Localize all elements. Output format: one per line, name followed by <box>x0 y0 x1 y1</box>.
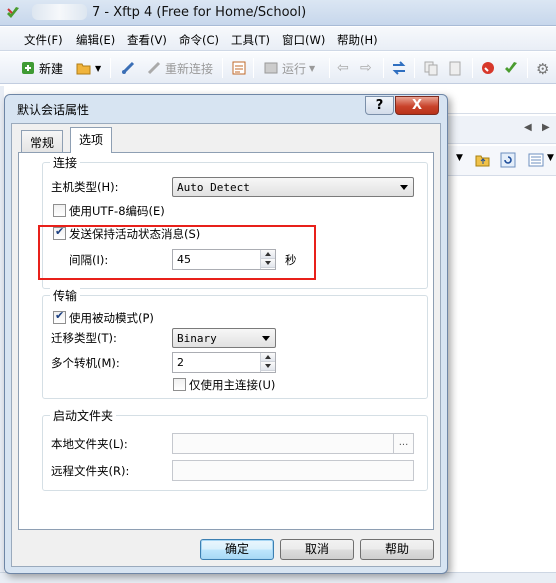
tab-scroll-right-icon[interactable]: ▶ <box>542 122 550 133</box>
passive-mode-label[interactable]: 使用被动模式(P) <box>69 310 154 326</box>
help-button[interactable]: 帮助 <box>360 539 434 560</box>
connect-button[interactable] <box>120 58 136 78</box>
chevron-down-icon[interactable]: ▼ <box>547 153 554 163</box>
transfer-type-label: 迁移类型(T): <box>51 331 117 345</box>
copy-button[interactable] <box>423 58 439 78</box>
copy-icon <box>423 60 439 76</box>
arrow-right-icon: ⇨ <box>360 60 372 76</box>
browse-button[interactable]: ... <box>393 434 413 453</box>
xftp-button[interactable] <box>503 58 519 78</box>
paste-button[interactable] <box>447 58 463 78</box>
remote-pane-toolbar: ▼ ▼ <box>448 146 556 176</box>
local-folder-input[interactable]: ... <box>172 433 414 454</box>
question-icon: ? <box>375 98 384 113</box>
forward-button[interactable]: ⇨ <box>360 58 376 78</box>
cancel-button[interactable]: 取消 <box>280 539 354 560</box>
local-folder-label: 本地文件夹(L): <box>51 437 128 451</box>
menu-tools[interactable]: 工具(T) <box>231 32 270 48</box>
arrow-up-icon <box>265 355 271 359</box>
chevron-down-icon <box>400 185 408 190</box>
menu-view[interactable]: 查看(V) <box>127 32 167 48</box>
blurred-host-name <box>32 4 87 20</box>
multi-relay-label: 多个转机(M): <box>51 356 120 370</box>
passive-mode-checkbox[interactable] <box>53 309 66 324</box>
chevron-down-icon: ▼ <box>309 63 316 73</box>
xftp-logo-icon <box>5 5 21 24</box>
new-session-icon <box>20 60 36 76</box>
primary-only-checkbox[interactable] <box>173 378 186 391</box>
menu-edit[interactable]: 编辑(E) <box>76 32 115 48</box>
menu-command[interactable]: 命令(C) <box>179 32 219 48</box>
options-panel: 连接 主机类型(H): Auto Detect 使用UTF-8编码(E) 发送保… <box>18 152 434 530</box>
startup-folder-legend: 启动文件夹 <box>50 407 117 424</box>
transfer-legend: 传输 <box>50 287 81 304</box>
link-icon <box>120 60 136 76</box>
reconnect-button[interactable]: 重新连接 <box>146 58 213 78</box>
view-list-icon[interactable] <box>528 152 544 168</box>
chevron-down-icon <box>262 336 270 341</box>
dialog-body: 常规 选项 连接 主机类型(H): Auto Detect 使用UTF-8编码(… <box>11 123 441 567</box>
properties-icon <box>231 60 247 76</box>
gear-icon: ⚙ <box>536 60 550 78</box>
session-properties-dialog: 默认会话属性 ? X 常规 选项 连接 主机类型(H): Auto Detect… <box>4 94 448 574</box>
host-type-select[interactable]: Auto Detect <box>172 177 414 197</box>
menu-file[interactable]: 文件(F) <box>24 32 63 48</box>
decrement-button[interactable] <box>261 362 275 371</box>
highlight-annotation-box <box>38 225 316 280</box>
ok-button[interactable]: 确定 <box>200 539 274 560</box>
increment-button[interactable] <box>261 353 275 362</box>
refresh-icon[interactable] <box>500 152 516 168</box>
reconnect-icon <box>146 60 162 76</box>
close-button[interactable]: X <box>395 96 439 115</box>
back-button[interactable]: ⇦ <box>337 58 353 78</box>
chevron-down-icon: ▼ <box>95 63 102 73</box>
new-session-button[interactable]: 新建 <box>20 58 63 78</box>
chevron-down-icon[interactable]: ▼ <box>456 153 463 163</box>
tab-options[interactable]: 选项 <box>70 127 113 153</box>
parent-folder-icon[interactable] <box>475 152 491 168</box>
tab-general[interactable]: 常规 <box>21 130 64 152</box>
xshell-icon <box>480 60 496 76</box>
xshell-button[interactable] <box>480 58 496 78</box>
main-title-bar: 7 - Xftp 4 (Free for Home/School) <box>0 0 556 26</box>
remote-pane-header: ◀ ▶ <box>448 116 556 144</box>
toolbar: 新建 ▼ 重新连接 运行 ▼ ⇦ ⇨ ⚙ <box>0 52 556 84</box>
multi-relay-stepper[interactable]: 2 <box>172 352 276 373</box>
utf8-checkbox[interactable] <box>53 204 66 217</box>
multi-relay-value: 2 <box>177 356 184 369</box>
remote-folder-label: 远程文件夹(R): <box>51 464 130 478</box>
tab-scroll-left-icon[interactable]: ◀ <box>524 122 532 133</box>
transfer-type-value: Binary <box>177 332 217 345</box>
swap-arrows-icon <box>391 60 407 76</box>
host-type-label: 主机类型(H): <box>51 180 119 194</box>
window-title: 7 - Xftp 4 (Free for Home/School) <box>92 5 307 20</box>
menu-help[interactable]: 帮助(H) <box>337 32 378 48</box>
address-bar[interactable] <box>448 86 556 114</box>
properties-button[interactable] <box>231 58 247 78</box>
folder-open-icon <box>76 60 92 76</box>
arrow-down-icon <box>265 364 271 368</box>
connection-legend: 连接 <box>50 154 81 171</box>
menu-bar: 文件(F) 编辑(E) 查看(V) 命令(C) 工具(T) 窗口(W) 帮助(H… <box>0 27 556 51</box>
primary-only-label[interactable]: 仅使用主连接(U) <box>189 377 275 393</box>
dialog-title: 默认会话属性 <box>17 103 90 117</box>
settings-button[interactable]: ⚙ <box>536 58 552 78</box>
open-folder-button[interactable]: ▼ <box>76 58 101 78</box>
help-title-button[interactable]: ? <box>365 96 394 115</box>
remote-folder-input[interactable] <box>172 460 414 481</box>
transfer-type-select[interactable]: Binary <box>172 328 276 348</box>
menu-window[interactable]: 窗口(W) <box>282 32 325 48</box>
paste-icon <box>447 60 463 76</box>
close-icon: X <box>411 98 423 113</box>
arrow-left-icon: ⇦ <box>337 60 349 76</box>
host-type-value: Auto Detect <box>177 181 250 194</box>
transfer-button[interactable] <box>391 58 407 78</box>
run-button[interactable]: 运行 ▼ <box>263 58 315 78</box>
run-icon <box>263 60 279 76</box>
utf8-label[interactable]: 使用UTF-8编码(E) <box>69 203 165 219</box>
xftp-icon <box>503 60 519 76</box>
